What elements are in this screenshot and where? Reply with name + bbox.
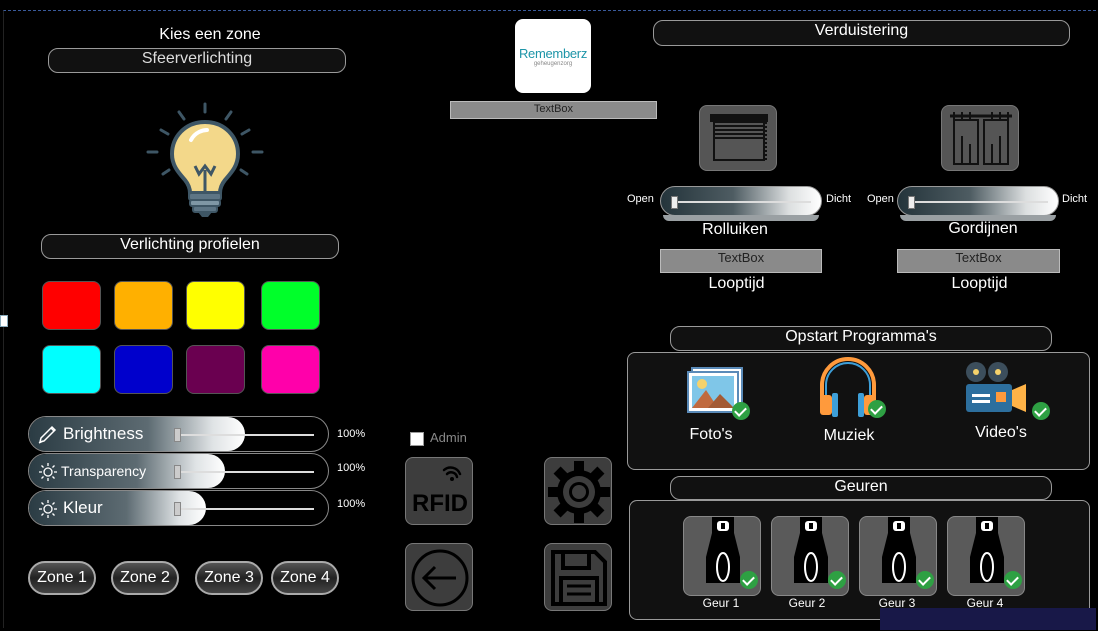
top-textbox[interactable]: TextBox <box>450 101 657 119</box>
scent-4-button[interactable]: Geur 4 <box>947 516 1025 610</box>
check-icon <box>1004 571 1022 589</box>
svg-text:RFID: RFID <box>412 490 468 517</box>
floppy-disk-icon <box>551 550 607 606</box>
scent-1-button[interactable]: Geur 1 <box>683 516 761 610</box>
videos-label: Video's <box>975 424 1027 441</box>
curtains-open-label: Open <box>867 193 894 205</box>
zone-title: Kies een zone <box>159 26 261 43</box>
color-thumb[interactable] <box>174 502 181 516</box>
settings-button[interactable] <box>544 457 612 525</box>
scent-1-label: Geur 1 <box>702 596 740 610</box>
roller-shutter-slider[interactable] <box>660 186 822 221</box>
color-label: Kleur <box>63 498 103 517</box>
check-icon <box>740 571 758 589</box>
curtains-runtime-label: Looptijd <box>951 275 1008 292</box>
scents-title: Geuren <box>670 476 1052 500</box>
transparency-slider[interactable]: Transparency <box>28 453 329 489</box>
scent-2-button[interactable]: Geur 2 <box>771 516 849 610</box>
logo-tagline: geheugenzorg <box>533 61 573 67</box>
music-launcher[interactable]: Muziek <box>814 355 886 447</box>
zone-select[interactable]: Sfeerverlichting <box>48 48 346 73</box>
roller-shutter-button[interactable] <box>699 105 777 171</box>
check-icon <box>916 571 934 589</box>
videos-launcher[interactable]: Video's <box>962 360 1052 446</box>
transparency-value: 100% <box>337 462 366 474</box>
roller-shutter-name: Rolluiken <box>702 221 768 238</box>
roller-shutter-icon <box>710 114 768 161</box>
curtains-name: Gordijnen <box>948 220 1018 237</box>
zone-4-button[interactable]: Zone 4 <box>271 561 339 595</box>
color-swatch-orange[interactable] <box>114 281 173 330</box>
photos-launcher[interactable]: Foto's <box>680 362 750 448</box>
darkening-title: Verduistering <box>653 20 1070 46</box>
color-value: 100% <box>337 498 366 510</box>
scent-3-button[interactable]: Geur 3 <box>859 516 937 610</box>
color-swatch-blue[interactable] <box>114 345 173 394</box>
programs-title: Opstart Programma's <box>670 326 1052 351</box>
sun-icon <box>38 462 58 482</box>
check-icon <box>868 400 886 418</box>
back-button[interactable] <box>405 543 473 611</box>
brightness-value: 100% <box>337 428 366 440</box>
side-marker <box>0 315 8 327</box>
sun-icon <box>38 499 58 519</box>
bottom-status-strip <box>880 608 1096 630</box>
brightness-slider[interactable]: Brightness <box>28 416 329 452</box>
brush-icon <box>37 423 59 445</box>
film-camera-icon <box>966 362 1026 412</box>
check-icon <box>732 402 750 420</box>
color-swatch-red[interactable] <box>42 281 101 330</box>
music-label: Muziek <box>823 427 875 444</box>
brightness-label: Brightness <box>63 424 144 443</box>
color-swatch-purple[interactable] <box>186 345 245 394</box>
gear-icon <box>548 461 610 523</box>
roller-close-label: Dicht <box>826 193 852 205</box>
transparency-label: Transparency <box>61 463 147 479</box>
color-swatch-yellow[interactable] <box>186 281 245 330</box>
curtains-button[interactable] <box>941 105 1019 171</box>
curtains-icon <box>950 112 1012 165</box>
zone-1-button[interactable]: Zone 1 <box>28 561 96 595</box>
roller-shutter-thumb[interactable] <box>671 196 678 209</box>
check-icon <box>828 571 846 589</box>
color-slider[interactable]: Kleur <box>28 490 329 526</box>
light-bulb-icon <box>143 100 267 220</box>
logo-brand: Rememberz <box>518 46 588 61</box>
curtains-close-label: Dicht <box>1062 193 1088 205</box>
curtains-textbox[interactable]: TextBox <box>897 249 1060 273</box>
color-swatch-pink[interactable] <box>261 345 320 394</box>
curtains-slider[interactable] <box>897 186 1059 221</box>
check-icon <box>1032 402 1050 420</box>
transparency-thumb[interactable] <box>174 465 181 479</box>
rfid-button[interactable]: RFID <box>405 457 473 525</box>
curtains-thumb[interactable] <box>908 196 915 209</box>
roller-runtime-label: Looptijd <box>708 275 765 292</box>
arrow-left-icon <box>411 549 469 607</box>
admin-checkbox[interactable] <box>410 432 424 446</box>
zone-2-button[interactable]: Zone 2 <box>111 561 179 595</box>
roller-open-label: Open <box>627 193 654 205</box>
lighting-profiles-title: Verlichting profielen <box>41 234 339 259</box>
brightness-thumb[interactable] <box>174 428 181 442</box>
scent-2-label: Geur 2 <box>788 596 826 610</box>
photos-label: Foto's <box>689 426 733 443</box>
roller-textbox[interactable]: TextBox <box>660 249 822 273</box>
save-button[interactable] <box>544 543 612 611</box>
zone-3-button[interactable]: Zone 3 <box>195 561 263 595</box>
color-swatch-green[interactable] <box>261 281 320 330</box>
admin-label: Admin <box>430 430 467 445</box>
rememberz-logo: Rememberz geheugenzorg <box>515 19 591 93</box>
color-swatch-cyan[interactable] <box>42 345 101 394</box>
rfid-icon: RFID <box>412 466 468 517</box>
